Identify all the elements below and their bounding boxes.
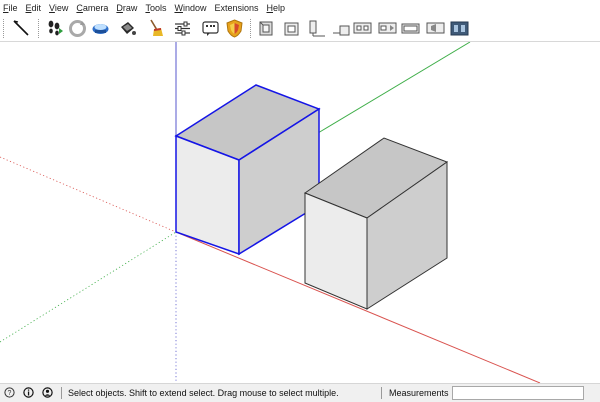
top-view-icon[interactable] xyxy=(281,18,302,39)
bottom-view-icon[interactable] xyxy=(400,18,421,39)
menu-camera[interactable]: Camera xyxy=(72,3,112,13)
back-view-icon[interactable] xyxy=(352,18,373,39)
help-icon[interactable]: ? xyxy=(4,387,15,398)
menu-help[interactable]: Help xyxy=(263,3,290,13)
camera-view-icon[interactable] xyxy=(449,18,470,39)
orbit-tool-icon[interactable] xyxy=(67,18,88,39)
model-viewport[interactable] xyxy=(0,42,600,383)
status-separator xyxy=(61,387,62,399)
toolbar-grip[interactable] xyxy=(250,19,254,38)
green-axis-negative xyxy=(0,231,177,343)
front-view-icon[interactable] xyxy=(306,18,327,39)
menu-draw[interactable]: Draw xyxy=(112,3,141,13)
menu-window[interactable]: Window xyxy=(170,3,210,13)
sweep-tool-icon[interactable] xyxy=(145,18,166,39)
iso-view-icon[interactable] xyxy=(256,18,277,39)
model-canvas xyxy=(0,42,541,383)
left-view-icon[interactable] xyxy=(377,18,398,39)
selected-box[interactable] xyxy=(174,84,321,256)
unselected-box[interactable] xyxy=(303,137,449,310)
menu-view[interactable]: View xyxy=(45,3,72,13)
menu-extensions[interactable]: Extensions xyxy=(210,3,262,13)
menu-file[interactable]: File xyxy=(0,3,22,13)
user-icon[interactable] xyxy=(42,387,53,398)
red-axis-negative xyxy=(0,156,177,233)
toolbar-grip[interactable] xyxy=(38,19,42,38)
right-view-icon[interactable] xyxy=(331,18,352,39)
toolbar-grip[interactable] xyxy=(3,19,7,38)
measurements-label: Measurements xyxy=(389,388,449,398)
status-message: Select objects. Shift to extend select. … xyxy=(68,388,339,398)
paint-bucket-icon[interactable] xyxy=(117,18,138,39)
svg-text:?: ? xyxy=(8,390,12,397)
layers-icon[interactable] xyxy=(172,18,193,39)
info-icon[interactable] xyxy=(23,387,34,398)
menu-bar: File Edit View Camera Draw Tools Window … xyxy=(0,0,600,15)
push-pull-tool-icon[interactable] xyxy=(90,18,111,39)
styles-icon[interactable] xyxy=(224,18,245,39)
measurements-input[interactable] xyxy=(452,386,584,400)
perspective-view-icon[interactable] xyxy=(425,18,446,39)
status-bar: ? Select objects. Shift to extend select… xyxy=(0,383,600,402)
green-axis xyxy=(317,42,471,134)
toolbar xyxy=(0,15,600,42)
menu-edit[interactable]: Edit xyxy=(22,3,46,13)
status-separator xyxy=(381,387,382,399)
select-tool-icon[interactable] xyxy=(11,18,32,39)
components-icon[interactable] xyxy=(200,18,221,39)
walk-tool-icon[interactable] xyxy=(44,18,65,39)
menu-tools[interactable]: Tools xyxy=(141,3,170,13)
